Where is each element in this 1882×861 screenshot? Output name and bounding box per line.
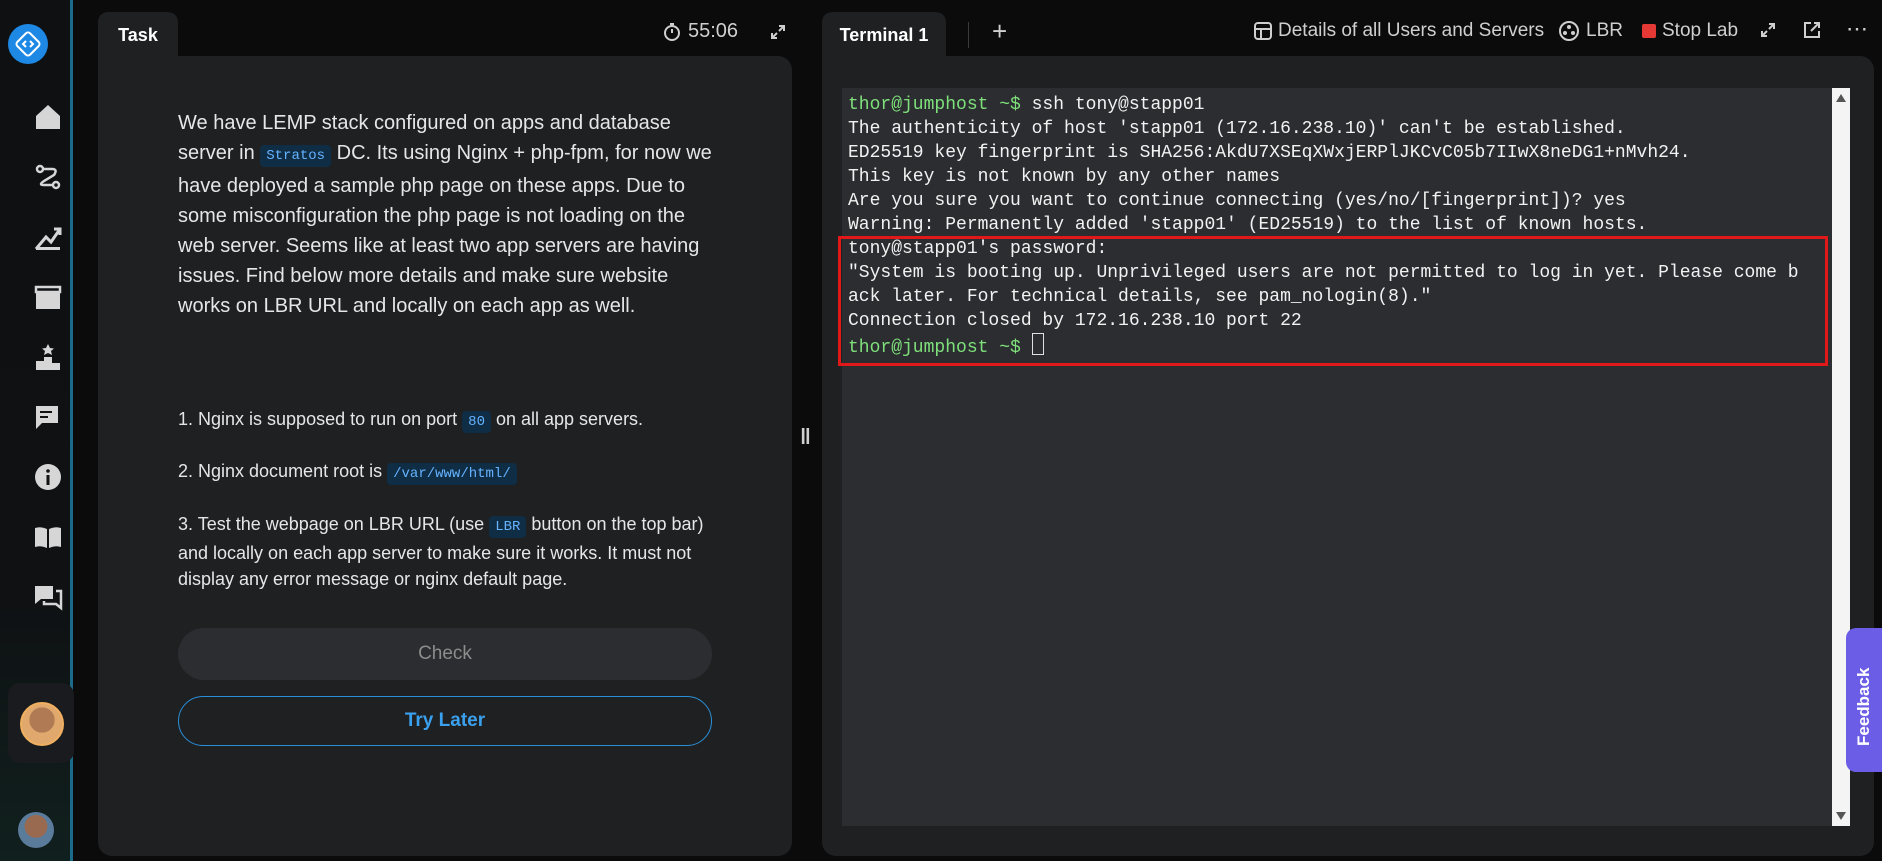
- clapperboard-icon[interactable]: [28, 277, 68, 317]
- user-avatar[interactable]: [20, 702, 64, 746]
- step-text: 1. Nginx is supposed to run on port: [178, 409, 463, 429]
- add-terminal-icon[interactable]: +: [992, 16, 1007, 47]
- stop-lab-button[interactable]: Stop Lab: [1642, 20, 1738, 42]
- open-external-icon[interactable]: [1802, 20, 1822, 40]
- info-icon[interactable]: [28, 457, 68, 497]
- step-text: 2. Nginx document root is: [178, 461, 388, 481]
- terminal-line: Are you sure you want to continue connec…: [848, 191, 1626, 211]
- chat-icon[interactable]: [28, 577, 68, 617]
- notes-icon[interactable]: [28, 397, 68, 437]
- terminal-line: The authenticity of host 'stapp01 (172.1…: [848, 119, 1626, 139]
- port-code: 80: [462, 411, 491, 433]
- terminal-line: thor@jumphost ~$ ssh tony@stapp01: [848, 93, 1828, 117]
- terminal-command: ssh tony@stapp01: [1020, 95, 1205, 115]
- feedback-button[interactable]: Feedback: [1846, 628, 1882, 772]
- lbr-button[interactable]: LBR: [1558, 20, 1623, 42]
- tab-task[interactable]: Task: [98, 12, 178, 58]
- expand-icon[interactable]: [768, 22, 788, 47]
- description-text-cont: DC. Its using Nginx + php-fpm, for now w…: [178, 142, 712, 317]
- step-3: 3. Test the webpage on LBR URL (use LBR …: [178, 511, 718, 592]
- scroll-down-icon[interactable]: [1836, 812, 1846, 820]
- terminal-line: This key is not known by any other names: [848, 167, 1281, 187]
- step-text: on all app servers.: [490, 409, 644, 429]
- grid-icon: [1254, 22, 1272, 40]
- feedback-label: Feedback: [1854, 667, 1873, 746]
- lbr-code: LBR: [489, 516, 527, 538]
- timer: 55:06: [662, 20, 738, 43]
- tab-terminal-1[interactable]: Terminal 1: [822, 12, 946, 58]
- tab-divider: [968, 22, 969, 48]
- step-2: 2. Nginx document root is /var/www/html/: [178, 458, 718, 487]
- terminal-line: ED25519 key fingerprint is SHA256:AkdU7X…: [848, 143, 1691, 163]
- profile-avatar[interactable]: [18, 812, 54, 848]
- docroot-code: /var/www/html/: [387, 463, 517, 485]
- step-text: 3. Test the webpage on LBR URL (use: [178, 514, 490, 534]
- details-label: Details of all Users and Servers: [1278, 20, 1545, 41]
- stop-icon: [1642, 24, 1656, 38]
- step-1: 1. Nginx is supposed to run on port 80 o…: [178, 406, 718, 435]
- leaderboard-icon[interactable]: [28, 337, 68, 377]
- try-later-button[interactable]: Try Later: [178, 696, 712, 746]
- task-description: We have LEMP stack configured on apps an…: [178, 108, 718, 321]
- app-logo-icon[interactable]: [8, 24, 48, 64]
- details-button[interactable]: Details of all Users and Servers: [1254, 20, 1544, 42]
- progress-icon[interactable]: [28, 217, 68, 257]
- lbr-icon: [1559, 21, 1579, 41]
- dc-name-code: Stratos: [260, 145, 332, 167]
- book-icon[interactable]: [28, 517, 68, 557]
- scroll-up-icon[interactable]: [1836, 94, 1846, 102]
- more-menu-icon[interactable]: ⋯: [1846, 16, 1868, 42]
- highlight-box: [838, 236, 1828, 366]
- timer-value: 55:06: [688, 20, 739, 42]
- stop-lab-label: Stop Lab: [1662, 20, 1739, 41]
- lbr-label: LBR: [1586, 20, 1623, 41]
- path-icon[interactable]: [28, 157, 68, 197]
- panel-splitter-handle[interactable]: ‖: [800, 424, 811, 450]
- check-button[interactable]: Check: [178, 628, 712, 680]
- terminal-line: Warning: Permanently added 'stapp01' (ED…: [848, 215, 1648, 235]
- terminal-prompt: thor@jumphost ~$: [848, 95, 1021, 115]
- expand-terminal-icon[interactable]: [1758, 20, 1778, 40]
- home-icon[interactable]: [28, 97, 68, 137]
- stopwatch-icon: [664, 22, 680, 41]
